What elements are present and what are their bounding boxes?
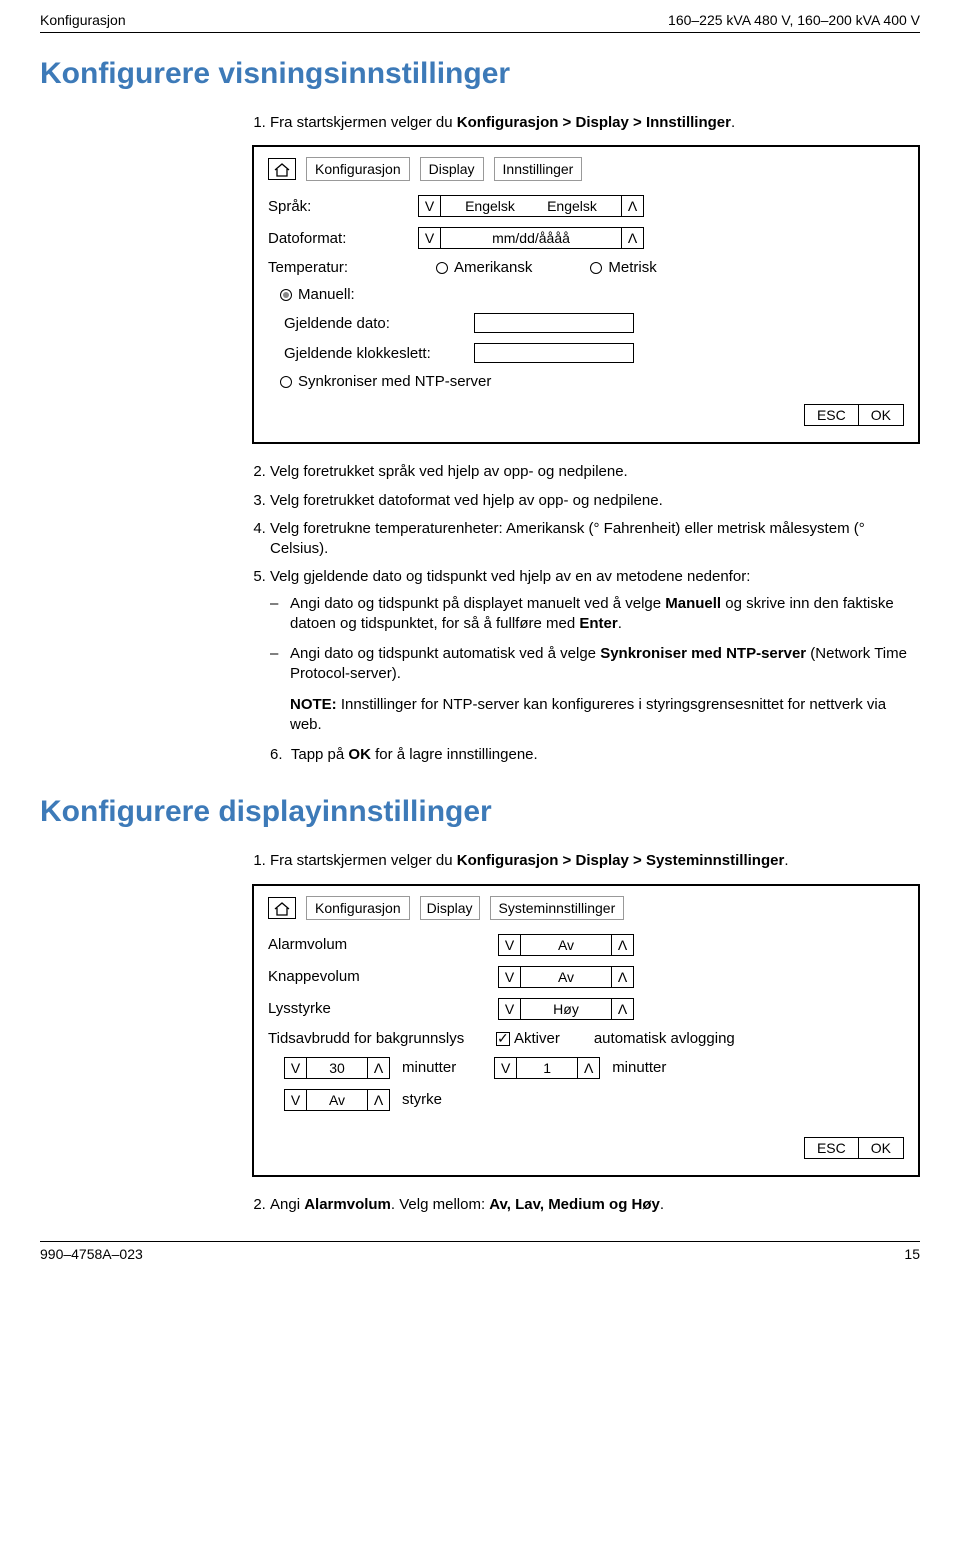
chevron-up-icon[interactable]: Λ: [577, 1058, 599, 1078]
page-title-1: Konfigurere visningsinnstillinger: [40, 57, 920, 91]
autologoff-spinner[interactable]: V 1 Λ: [494, 1057, 600, 1079]
chevron-down-icon[interactable]: V: [495, 1058, 517, 1078]
chevron-up-icon[interactable]: Λ: [367, 1058, 389, 1078]
crumb-display[interactable]: Display: [420, 157, 484, 181]
crumb-innstillinger[interactable]: Innstillinger: [494, 157, 583, 181]
substep-manual: Angi dato og tidspunkt på displayet manu…: [270, 594, 920, 635]
footer-right: 15: [904, 1246, 920, 1262]
radio-manual[interactable]: Manuell:: [280, 286, 355, 303]
chevron-down-icon[interactable]: V: [499, 999, 521, 1019]
dateformat-label: Datoformat:: [268, 230, 408, 247]
minutes-label-2: minutter: [612, 1059, 666, 1076]
brightness-spinner[interactable]: V Høy Λ: [498, 998, 634, 1020]
language-label: Språk:: [268, 198, 408, 215]
crumb2-systeminnstillinger[interactable]: Systeminnstillinger: [490, 896, 625, 920]
alarm-volume-label: Alarmvolum: [268, 936, 488, 953]
chevron-up-icon[interactable]: Λ: [367, 1090, 389, 1110]
current-date-input[interactable]: [474, 313, 634, 333]
current-date-label: Gjeldende dato:: [284, 315, 464, 332]
header-left: Konfigurasjon: [40, 12, 126, 28]
substep-ntp: Angi dato og tidspunkt automatisk ved å …: [270, 644, 920, 685]
strength-spinner[interactable]: V Av Λ: [284, 1089, 390, 1111]
step-3: Velg foretrukket datoformat ved hjelp av…: [270, 491, 920, 511]
ok-button[interactable]: OK: [858, 404, 904, 426]
auto-logoff-label: automatisk avlogging: [594, 1030, 735, 1047]
chevron-up-icon[interactable]: Λ: [621, 228, 643, 248]
ok-button-2[interactable]: OK: [858, 1137, 904, 1159]
esc-button[interactable]: ESC: [804, 404, 859, 426]
crumb2-display[interactable]: Display: [420, 896, 480, 920]
temperature-label: Temperatur:: [268, 259, 408, 276]
backlight-timeout-label: Tidsavbrudd for bakgrunnslys: [268, 1030, 482, 1047]
home-icon[interactable]: [268, 158, 296, 180]
note: NOTE: Innstillinger for NTP-server kan k…: [290, 695, 920, 736]
page-title-2: Konfigurere displayinnstillinger: [40, 795, 920, 829]
radio-amerikansk[interactable]: Amerikansk: [436, 259, 532, 276]
alarm-volume-spinner[interactable]: V Av Λ: [498, 934, 634, 956]
chevron-down-icon[interactable]: V: [499, 935, 521, 955]
chevron-up-icon[interactable]: Λ: [611, 935, 633, 955]
chevron-down-icon[interactable]: V: [419, 228, 441, 248]
current-time-input[interactable]: [474, 343, 634, 363]
panel-settings: Konfigurasjon Display Innstillinger Språ…: [252, 145, 920, 444]
home-icon[interactable]: [268, 897, 296, 919]
breadcrumb2: Konfigurasjon Display Systeminnstillinge…: [268, 896, 904, 920]
breadcrumb: Konfigurasjon Display Innstillinger: [268, 157, 904, 181]
step2-2: Angi Alarmvolum. Velg mellom: Av, Lav, M…: [270, 1195, 920, 1215]
step-1: Fra startskjermen velger du Konfigurasjo…: [270, 113, 920, 133]
esc-button-2[interactable]: ESC: [804, 1137, 859, 1159]
dateformat-spinner[interactable]: V mm/dd/åååå Λ: [418, 227, 644, 249]
chevron-up-icon[interactable]: Λ: [621, 196, 643, 216]
button-volume-label: Knappevolum: [268, 968, 488, 985]
strength-label: styrke: [402, 1091, 442, 1108]
header-right: 160–225 kVA 480 V, 160–200 kVA 400 V: [668, 12, 920, 28]
step-2: Velg foretrukket språk ved hjelp av opp-…: [270, 462, 920, 482]
crumb2-konfigurasjon[interactable]: Konfigurasjon: [306, 896, 410, 920]
step-5: Velg gjeldende dato og tidspunkt ved hje…: [270, 567, 920, 735]
footer-left: 990–4758A–023: [40, 1246, 143, 1262]
chevron-down-icon[interactable]: V: [285, 1058, 307, 1078]
crumb-konfigurasjon[interactable]: Konfigurasjon: [306, 157, 410, 181]
minutes-label-1: minutter: [402, 1059, 456, 1076]
chevron-down-icon[interactable]: V: [499, 967, 521, 987]
chevron-down-icon[interactable]: V: [419, 196, 441, 216]
chevron-up-icon[interactable]: Λ: [611, 999, 633, 1019]
button-volume-spinner[interactable]: V Av Λ: [498, 966, 634, 988]
chevron-up-icon[interactable]: Λ: [611, 967, 633, 987]
step-6: 6. Tapp på OK for å lagre innstillingene…: [270, 745, 920, 765]
panel-system-settings: Konfigurasjon Display Systeminnstillinge…: [252, 884, 920, 1177]
language-spinner[interactable]: V Engelsk Engelsk Λ: [418, 195, 644, 217]
current-time-label: Gjeldende klokkeslett:: [284, 345, 464, 362]
step-4: Velg foretrukne temperaturenheter: Ameri…: [270, 519, 920, 560]
step2-1: Fra startskjermen velger du Konfigurasjo…: [270, 851, 920, 871]
brightness-label: Lysstyrke: [268, 1000, 488, 1017]
chevron-down-icon[interactable]: V: [285, 1090, 307, 1110]
radio-ntp[interactable]: Synkroniser med NTP-server: [280, 373, 491, 390]
radio-metrisk[interactable]: Metrisk: [590, 259, 656, 276]
backlight-timeout-spinner[interactable]: V 30 Λ: [284, 1057, 390, 1079]
enable-checkbox[interactable]: Aktiver: [496, 1030, 560, 1047]
